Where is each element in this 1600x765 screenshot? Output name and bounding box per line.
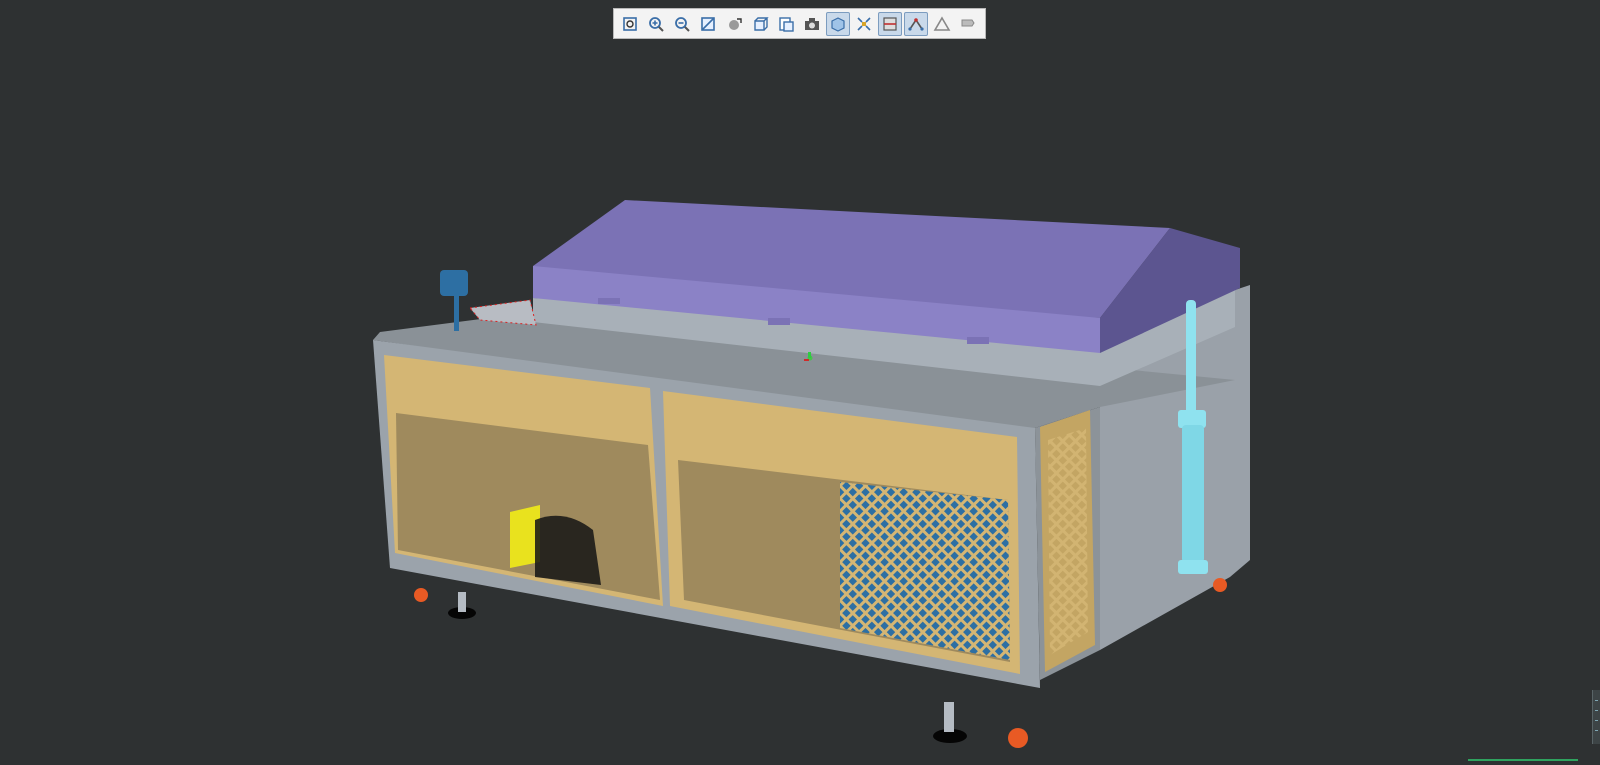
y-axis xyxy=(808,352,811,358)
standard-views-icon xyxy=(779,16,794,32)
zoom-fit-icon xyxy=(623,16,637,31)
hinge xyxy=(967,337,989,344)
zoom-out-icon xyxy=(675,16,690,32)
screenshot-button[interactable] xyxy=(800,12,824,36)
panel-handle[interactable] xyxy=(1592,690,1600,744)
triangle-markup-icon xyxy=(933,15,951,31)
annotation-icon xyxy=(961,19,975,26)
caster-wheel xyxy=(1008,728,1028,748)
zoom-in-button[interactable] xyxy=(644,12,668,36)
zoom-window-icon xyxy=(701,16,715,31)
viewer-toolbar xyxy=(613,8,986,39)
funnel-cup xyxy=(440,270,468,296)
piston-base xyxy=(1178,560,1208,574)
machine-model[interactable] xyxy=(0,0,1600,761)
caster-wheel xyxy=(414,588,428,602)
shaded-display-icon xyxy=(831,16,845,32)
rotate-icon xyxy=(729,17,742,30)
3d-viewport[interactable] xyxy=(0,0,1600,761)
view-cube-icon xyxy=(754,16,769,31)
measure-button[interactable] xyxy=(904,11,928,36)
hinge xyxy=(598,298,620,304)
triangle-markup-button[interactable] xyxy=(930,12,954,36)
zoom-out-button[interactable] xyxy=(670,12,694,36)
rotate-button[interactable] xyxy=(722,12,746,36)
hinge xyxy=(768,318,790,325)
section-button[interactable] xyxy=(878,11,902,36)
camera-icon xyxy=(805,17,819,30)
view-cube-button[interactable] xyxy=(748,12,772,36)
annotation-button[interactable] xyxy=(956,12,980,36)
piston-rod xyxy=(1186,300,1196,415)
measure-icon xyxy=(908,17,924,31)
side-mesh xyxy=(1048,428,1088,655)
funnel-stem xyxy=(454,295,459,331)
leveling-foot xyxy=(944,702,954,732)
explode-icon xyxy=(857,16,871,31)
section-icon xyxy=(883,16,897,31)
leveling-foot xyxy=(458,592,466,612)
zoom-fit-button[interactable] xyxy=(618,12,642,36)
zoom-in-icon xyxy=(649,16,664,32)
standard-views-button[interactable] xyxy=(774,12,798,36)
caster-wheel xyxy=(1213,578,1227,592)
piston-cylinder xyxy=(1182,425,1204,563)
explode-button[interactable] xyxy=(852,12,876,36)
zoom-window-button[interactable] xyxy=(696,12,720,36)
shaded-display-button[interactable] xyxy=(826,11,850,36)
x-axis xyxy=(804,359,809,361)
